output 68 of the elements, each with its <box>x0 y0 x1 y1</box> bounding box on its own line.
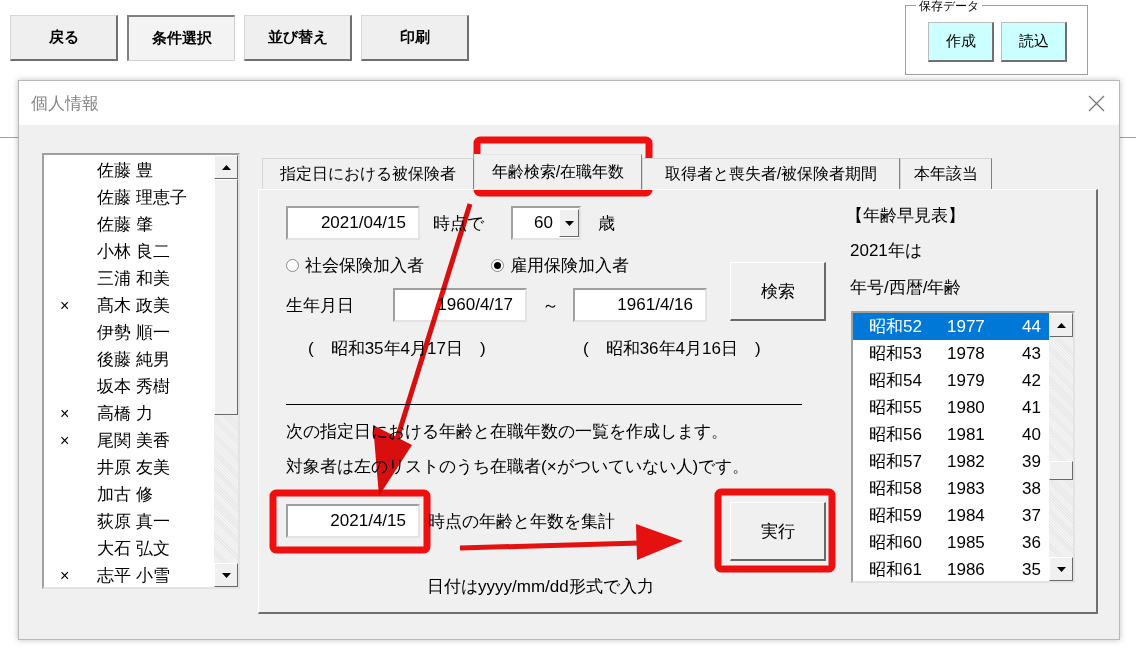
close-icon[interactable] <box>1088 94 1105 112</box>
name-list[interactable]: 佐藤 豊 佐藤 理恵子 佐藤 肇 小林 良二 三浦 和美 × 髙木 政美 伊勢 順一 後藤 純男 坂本 秀樹 × 高橋 力 × 尾関 美香 井原 友美 加古 修 荻原 真一 大石 弘文 × 志平 小雪 <box>42 153 240 589</box>
list-item[interactable]: 荻原 真一 <box>44 508 214 535</box>
radio-option[interactable]: 雇用保険加入者 <box>491 253 629 277</box>
search-button[interactable]: 検索 <box>730 262 826 321</box>
list-row[interactable]: 昭和52 1977 44 <box>853 313 1049 340</box>
scroll-down-button[interactable] <box>1049 557 1073 581</box>
dialog-title: 個人情報 <box>31 92 99 115</box>
list-row[interactable]: 昭和55 1980 41 <box>853 394 1049 421</box>
list-row[interactable]: 昭和60 1985 36 <box>853 529 1049 556</box>
tab[interactable]: 年齢検索/在職年数 <box>474 154 642 190</box>
table-title: 【年齢早見表】 <box>846 205 966 227</box>
list-item[interactable]: × 髙木 政美 <box>44 292 214 319</box>
scrollbar-thumb[interactable] <box>1049 461 1073 480</box>
retired-mark: × <box>59 296 71 315</box>
list-item[interactable]: 加古 修 <box>44 481 214 508</box>
list-row[interactable]: 昭和56 1981 40 <box>853 421 1049 448</box>
list-item[interactable]: × 志平 小雪 <box>44 562 214 589</box>
scroll-up-icon <box>1056 322 1066 328</box>
scroll-down-icon <box>221 572 231 578</box>
list-item[interactable]: × 高橋 力 <box>44 400 214 427</box>
toolbar-button[interactable]: 並び替え <box>244 15 352 61</box>
list-item[interactable]: 小林 良二 <box>44 238 214 265</box>
list-row[interactable]: 昭和53 1978 43 <box>853 340 1049 367</box>
date-field[interactable]: 2021/04/15 <box>286 206 420 240</box>
list-row[interactable]: 昭和57 1982 39 <box>853 448 1049 475</box>
tab[interactable]: 取得者と喪失者/被保険者期間 <box>642 158 900 189</box>
data-button[interactable]: 読込 <box>1001 22 1067 62</box>
tab[interactable]: 指定日における被保険者 <box>262 158 474 189</box>
list-item[interactable]: 後藤 純男 <box>44 346 214 373</box>
tab[interactable]: 本年該当 <box>900 158 992 189</box>
list-row[interactable]: 昭和61 1986 35 <box>853 556 1049 583</box>
list-item[interactable]: × 尾関 美香 <box>44 427 214 454</box>
year-label: 2021年は <box>850 240 923 262</box>
scrollbar-thumb[interactable] <box>214 179 238 415</box>
scroll-up-button[interactable] <box>1049 313 1073 337</box>
radio-option[interactable]: 社会保険加入者 <box>286 253 491 277</box>
date-field[interactable]: 2021/4/15 <box>286 504 420 538</box>
list-item[interactable]: 佐藤 肇 <box>44 211 214 238</box>
list-item[interactable]: 大石 弘文 <box>44 535 214 562</box>
retired-mark: × <box>59 566 71 585</box>
data-button[interactable]: 作成 <box>928 22 994 62</box>
list-item[interactable]: 佐藤 豊 <box>44 157 214 184</box>
list-item[interactable]: 坂本 秀樹 <box>44 373 214 400</box>
run-button[interactable]: 実行 <box>730 502 826 561</box>
toolbar-button[interactable]: 印刷 <box>361 15 469 61</box>
toolbar-button[interactable]: 戻る <box>10 15 118 61</box>
retired-mark: × <box>59 431 71 450</box>
list-row[interactable]: 昭和59 1984 37 <box>853 502 1049 529</box>
date-field[interactable]: 1961/4/16 <box>573 288 707 322</box>
list-item[interactable]: 伊勢 順一 <box>44 319 214 346</box>
list-item[interactable]: 井原 友美 <box>44 454 214 481</box>
scroll-up-icon <box>221 164 231 170</box>
retired-mark: × <box>59 404 71 423</box>
list-item[interactable]: 三浦 和美 <box>44 265 214 292</box>
list-row[interactable]: 昭和54 1979 42 <box>853 367 1049 394</box>
list-row[interactable]: 昭和58 1983 38 <box>853 475 1049 502</box>
age-dropdown[interactable]: 60 <box>511 206 581 240</box>
scroll-up-button[interactable] <box>214 155 238 179</box>
column-label: 年号/西暦/年齢 <box>850 277 963 299</box>
group-title: 保存データ <box>916 0 982 15</box>
scroll-down-button[interactable] <box>214 563 238 587</box>
scroll-down-icon <box>1056 566 1066 572</box>
hint-text: 日付はyyyy/mm/dd形式で入力 <box>427 576 655 598</box>
dropdown-icon <box>564 220 574 226</box>
toolbar-button[interactable]: 条件選択 <box>127 15 235 61</box>
age-list[interactable]: 昭和52 1977 44 昭和53 1978 43 昭和54 1979 42 昭和55 1980 41 昭和56 1981 40 昭和57 1982 39 昭和58 1983 38 昭和59 1984 37 昭和60 1985 36 昭和61 1986 35 <box>851 311 1075 583</box>
list-item[interactable]: 佐藤 理恵子 <box>44 184 214 211</box>
